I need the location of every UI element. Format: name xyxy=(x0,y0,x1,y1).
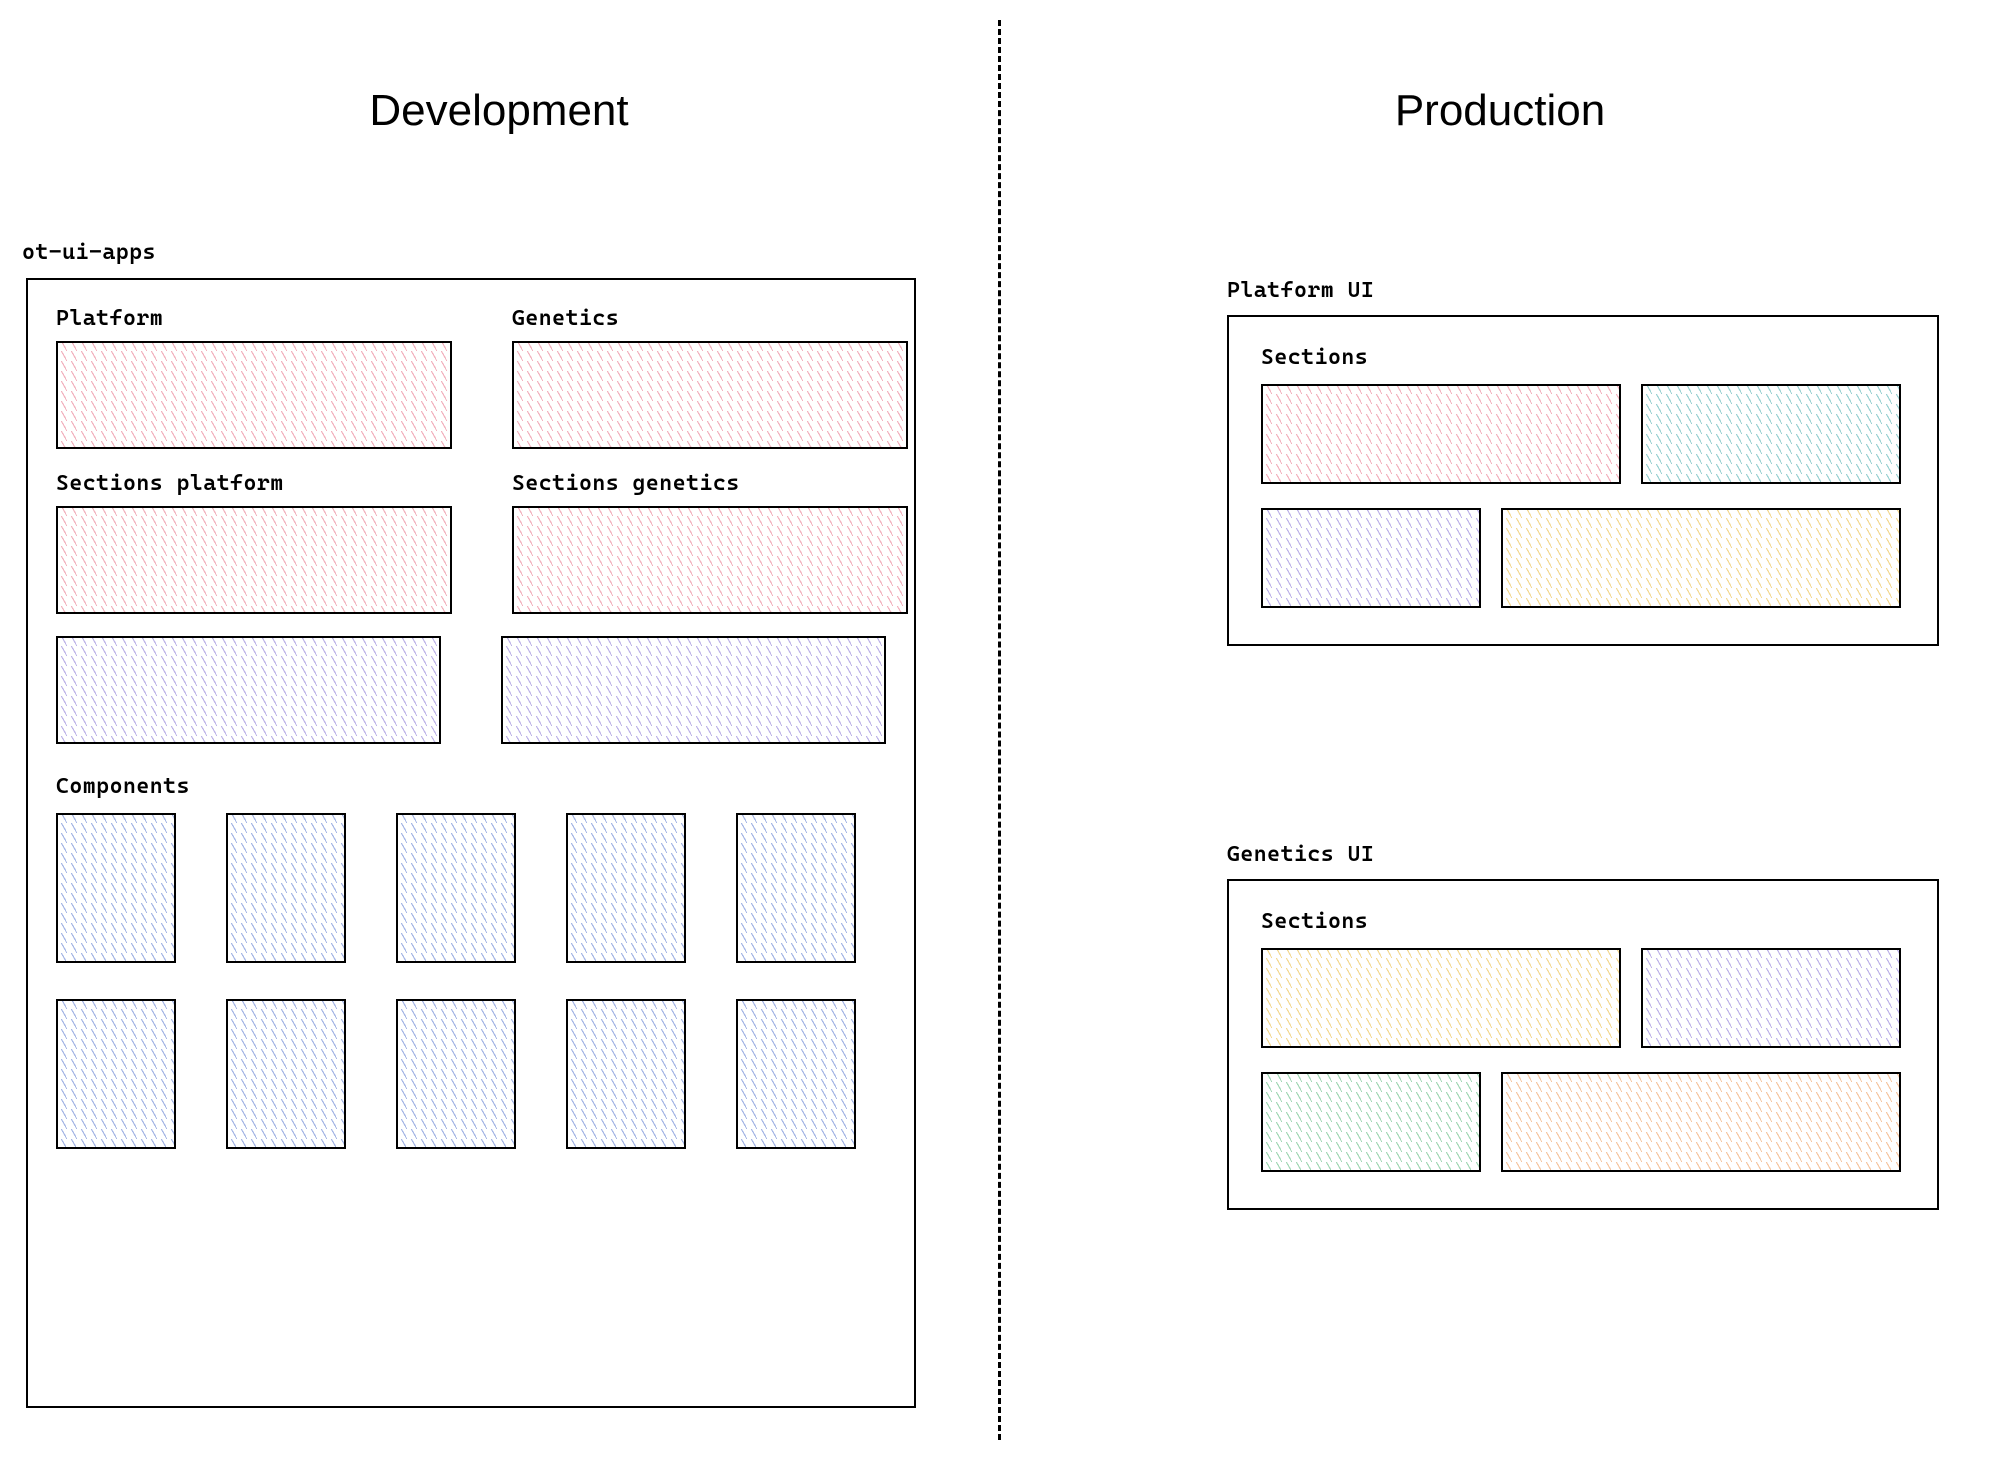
development-heading: Development xyxy=(0,86,998,136)
component-box xyxy=(56,999,176,1149)
component-box xyxy=(226,813,346,963)
platform-ui-panel: Sections xyxy=(1227,315,1939,646)
platform-sections-label: Sections xyxy=(1261,345,1905,370)
sections-genetics-label: Sections genetics xyxy=(512,471,908,496)
sections-platform-box xyxy=(56,506,452,614)
platform-col: Platform xyxy=(56,306,452,449)
section-box-orange xyxy=(1501,1072,1901,1172)
genetics-col: Genetics xyxy=(512,306,908,449)
components-row-2 xyxy=(56,999,886,1149)
sections-platform-label: Sections platform xyxy=(56,471,452,496)
platform-ui-block: Platform UI Sections xyxy=(1227,278,1939,646)
apps-row: Platform Genetics xyxy=(56,306,886,449)
genetics-sections-row-2 xyxy=(1261,1072,1905,1172)
component-box xyxy=(736,813,856,963)
genetics-ui-panel: Sections xyxy=(1227,879,1939,1210)
platform-label: Platform xyxy=(56,306,452,331)
component-box xyxy=(396,813,516,963)
genetics-label: Genetics xyxy=(512,306,908,331)
section-box-pink xyxy=(1261,384,1621,484)
component-box xyxy=(736,999,856,1149)
purple-box-right xyxy=(501,636,886,744)
component-box xyxy=(566,813,686,963)
section-box-yellow xyxy=(1501,508,1901,608)
section-box-teal xyxy=(1641,384,1901,484)
component-box xyxy=(396,999,516,1149)
ot-ui-apps-label: ot-ui-apps xyxy=(22,240,156,265)
component-box xyxy=(56,813,176,963)
purple-box-left xyxy=(56,636,441,744)
platform-ui-label: Platform UI xyxy=(1227,278,1939,303)
genetics-sections-label: Sections xyxy=(1261,909,1905,934)
section-box-yellow xyxy=(1261,948,1621,1048)
component-box xyxy=(566,999,686,1149)
section-box-purple xyxy=(1641,948,1901,1048)
genetics-box xyxy=(512,341,908,449)
genetics-sections-row-1 xyxy=(1261,948,1905,1048)
components-label: Components xyxy=(56,774,886,799)
components-row-1 xyxy=(56,813,886,963)
genetics-ui-label: Genetics UI xyxy=(1227,842,1939,867)
column-divider xyxy=(998,20,1001,1440)
sections-platform-col: Sections platform xyxy=(56,471,452,614)
component-box xyxy=(226,999,346,1149)
sections-genetics-box xyxy=(512,506,908,614)
genetics-ui-block: Genetics UI Sections xyxy=(1227,842,1939,1210)
section-box-purple xyxy=(1261,508,1481,608)
unlabeled-row xyxy=(56,636,886,744)
ot-ui-apps-panel: Platform Genetics Sections platform Sect… xyxy=(26,278,916,1408)
section-box-green xyxy=(1261,1072,1481,1172)
platform-sections-row-2 xyxy=(1261,508,1905,608)
sections-genetics-col: Sections genetics xyxy=(512,471,908,614)
platform-sections-row-1 xyxy=(1261,384,1905,484)
production-heading: Production xyxy=(1000,86,2000,136)
platform-box xyxy=(56,341,452,449)
sections-row: Sections platform Sections genetics xyxy=(56,471,886,614)
